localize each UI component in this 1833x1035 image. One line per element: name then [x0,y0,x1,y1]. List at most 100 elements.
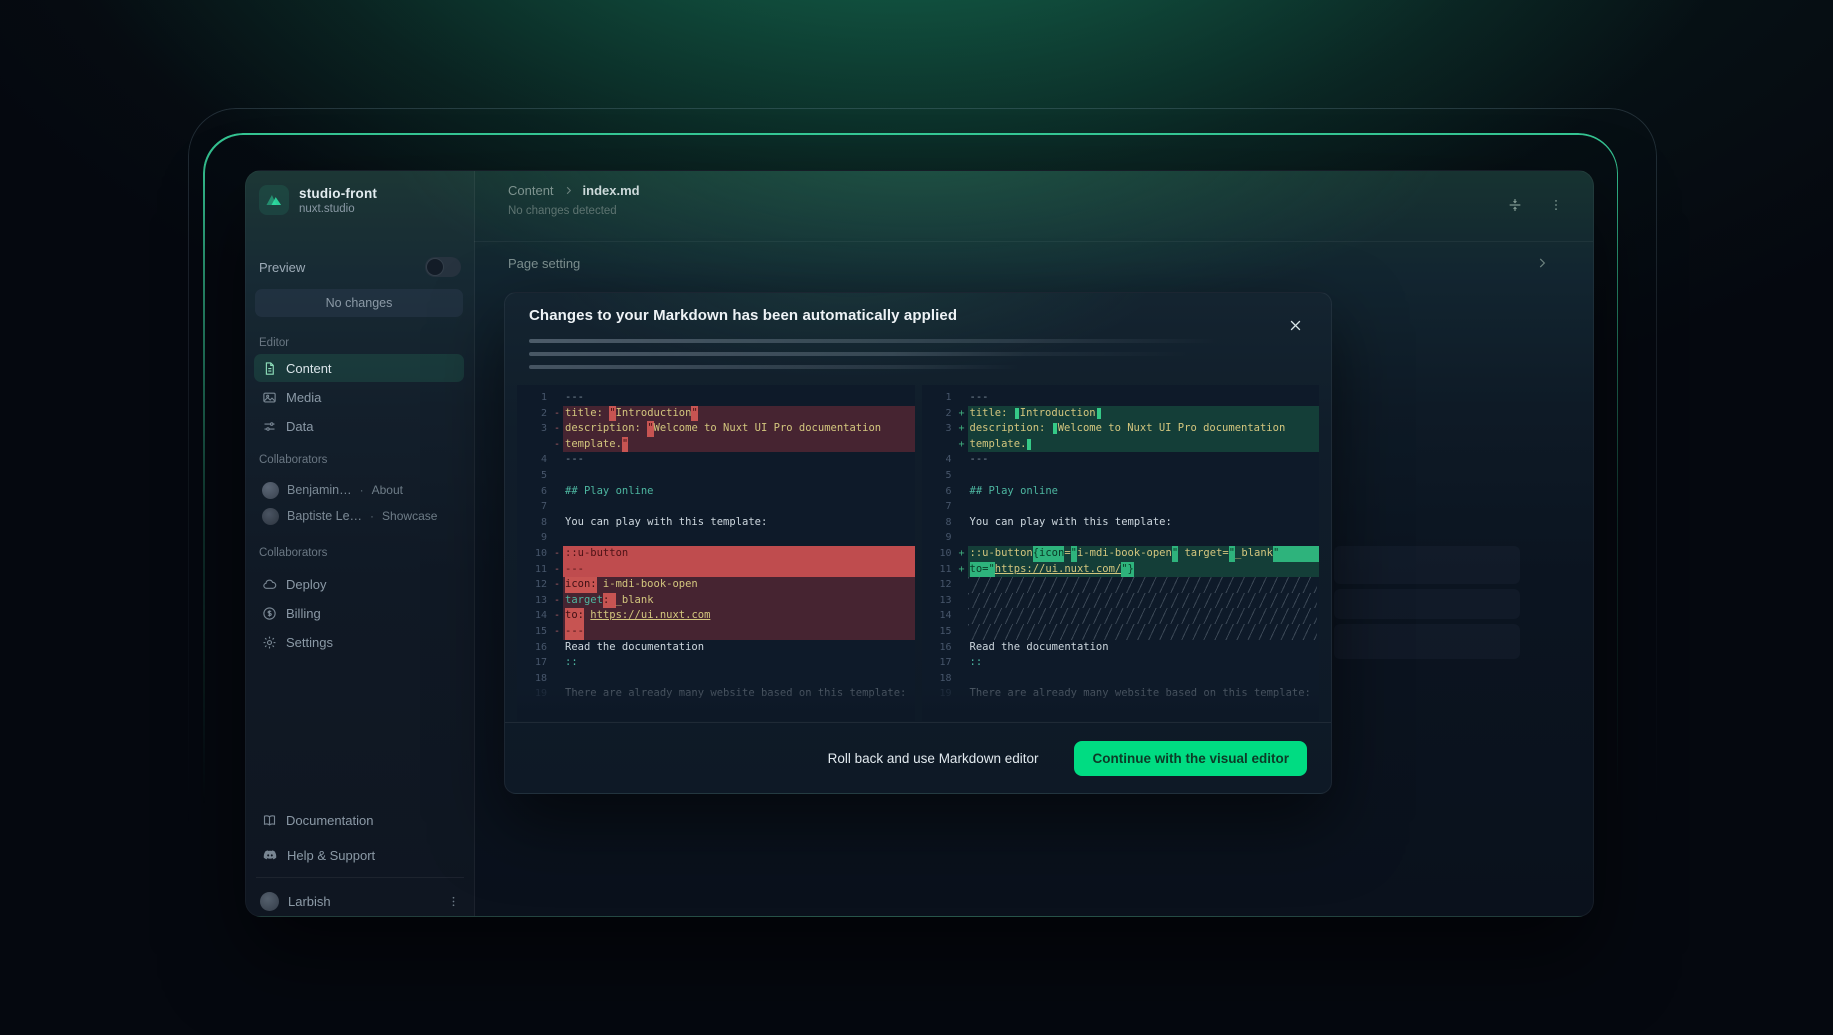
diff-line: -template." [521,437,915,453]
content-placeholder-row [1334,589,1520,619]
sidebar-footer-nav: Documentation Help & Support [254,805,464,871]
content-placeholder-row [1334,546,1520,584]
collaborator-row[interactable]: Baptiste Le… · Showcase [254,503,464,529]
studio-logo-icon [259,185,289,215]
sidebar-item-deploy[interactable]: Deploy [254,570,464,598]
diff-line: 9 [926,530,1320,546]
sidebar-item-documentation[interactable]: Documentation [254,805,464,835]
diff-line: 5 [521,468,915,484]
collaborator-page: Showcase [382,509,437,523]
project-nav: Deploy Billing Settings [254,570,464,657]
content-placeholder-row [1334,624,1520,659]
diff-line: 7 [521,499,915,515]
book-icon [262,813,277,828]
diff-line: 10-::u-button [521,546,915,562]
diff-line: 17:: [521,655,915,671]
diff-line: 16Read the documentation [926,640,1320,656]
user-menu[interactable]: Larbish [254,886,466,916]
header-status: No changes detected [508,205,617,217]
diff-line: 18 [926,671,1320,687]
preview-label: Preview [259,260,305,275]
diff-line: 2+title: Introduction [926,406,1320,422]
diff-line: 3+description: Welcome to Nuxt UI Pro do… [926,421,1320,437]
project-header[interactable]: studio-front nuxt.studio [259,185,377,215]
chevron-right-icon [1535,256,1549,270]
collaborators-section-label: Collaborators [259,454,327,466]
document-icon [262,361,277,376]
dot-separator: · [370,509,374,523]
sidebar-item-data[interactable]: Data [254,412,464,440]
diff-line: 13-target: _blank [521,593,915,609]
diff-line: 7 [926,499,1320,515]
modal-title: Changes to your Markdown has been automa… [529,307,957,324]
preview-toggle[interactable] [425,257,461,277]
diff-pane-old[interactable]: 1---2-title: "Introduction"3-description… [517,385,915,721]
sidebar: studio-front nuxt.studio Preview No chan… [246,171,475,916]
editor-nav: Content Media Data [254,354,464,441]
editor-section-label: Editor [259,337,289,349]
diff-line: 14-to: https://ui.nuxt.com [521,608,915,624]
header-actions [1507,197,1563,213]
diff-pane-new[interactable]: 1---2+title: Introduction3+description: … [922,385,1320,721]
sidebar-item-label: Documentation [286,813,373,828]
sidebar-divider [256,877,464,878]
image-icon [262,390,277,405]
gear-icon [262,635,277,650]
breadcrumb: Content index.md [508,183,640,198]
rollback-button[interactable]: Roll back and use Markdown editor [822,750,1045,767]
sliders-icon [262,419,277,434]
diff-line: 1--- [926,390,1320,406]
diff-view[interactable]: 1--- 2-title: "Introduction"3-description… [517,385,1319,721]
diff-line: 14 [926,608,1320,624]
breadcrumb-file[interactable]: index.md [583,183,640,198]
kebab-menu-icon[interactable] [447,895,460,908]
sidebar-item-content[interactable]: Content [254,354,464,382]
diff-line: 8You can play with this template: [521,515,915,531]
header-divider [474,241,1593,242]
diff-line: 11+to="https://ui.nuxt.com/"} [926,562,1320,578]
skeleton-line [529,339,1219,343]
sidebar-item-settings[interactable]: Settings [254,628,464,656]
diff-line: 6## Play online [926,484,1320,500]
collaborator-name: Baptiste Le… [287,509,362,523]
diff-line: 9 [521,530,915,546]
diff-line: 8You can play with this template: [926,515,1320,531]
diff-line: 19There are already many website based o… [521,686,915,702]
close-icon[interactable] [1281,311,1309,339]
user-avatar [260,892,279,911]
sidebar-item-help-support[interactable]: Help & Support [254,840,464,870]
skeleton-line [529,365,1019,369]
sidebar-item-label: Media [286,390,321,405]
project-name: studio-front [299,186,377,201]
breadcrumb-content[interactable]: Content [508,183,554,198]
sidebar-item-label: Content [286,361,332,376]
diff-line: 16Read the documentation [521,640,915,656]
dollar-icon [262,606,277,621]
toggle-knob [427,259,443,275]
sidebar-item-media[interactable]: Media [254,383,464,411]
collaborator-page: About [372,483,403,497]
diff-line: 15 [926,624,1320,640]
chevron-right-icon [563,185,574,196]
sidebar-item-label: Help & Support [287,848,375,863]
sidebar-item-billing[interactable]: Billing [254,599,464,627]
page-setting-section[interactable]: Page setting [474,249,1593,277]
diff-line: 2-title: "Introduction" [521,406,915,422]
kebab-menu-icon[interactable] [1549,198,1563,212]
diff-line: 17:: [926,655,1320,671]
diff-line: 5 [926,468,1320,484]
collaborator-avatar [262,482,279,499]
dot-separator: · [360,483,364,497]
no-changes-button[interactable]: No changes [255,289,463,317]
diff-line: 3-description: "Welcome to Nuxt UI Pro d… [521,421,915,437]
preview-row: Preview [259,257,461,277]
collapse-vertical-icon[interactable] [1507,197,1523,213]
diff-line: 18 [521,671,915,687]
collaborator-name: Benjamin… [287,483,352,497]
page-background: studio-front nuxt.studio Preview No chan… [0,0,1833,1035]
continue-visual-editor-button[interactable]: Continue with the visual editor [1074,741,1307,776]
user-name: Larbish [288,894,438,909]
page-setting-label: Page setting [508,256,1535,271]
project-section-label: Collaborators [259,547,327,559]
collaborator-row[interactable]: Benjamin… · About [254,477,464,503]
